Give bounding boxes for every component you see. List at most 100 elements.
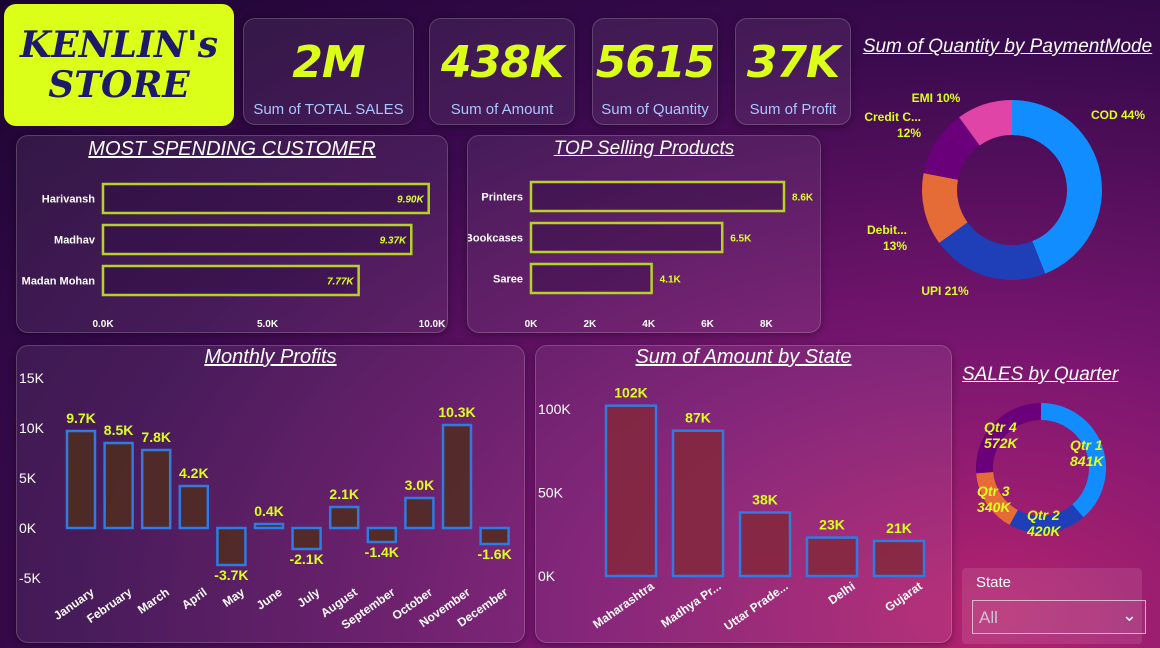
data-label: 0.4K — [254, 503, 284, 519]
amount-by-state-panel: Sum of Amount by State 100K 50K 0K 102K Maha… — [535, 345, 952, 643]
category-label: Saree — [493, 274, 523, 286]
category-label: March — [135, 585, 172, 617]
kpi-card-amount: 438K Sum of Amount — [429, 18, 575, 125]
store-logo: KENLIN's STORE — [4, 4, 234, 126]
y-tick-label: 5K — [19, 470, 37, 486]
sales-by-quarter-donut: Qtr 1841K Qtr 2420K Qtr 3340K Qtr 4572K — [976, 403, 1106, 539]
data-label: 9.37K — [380, 236, 407, 247]
x-tick-label: 0.0K — [92, 319, 114, 330]
data-label: 10.3K — [438, 404, 475, 420]
data-label: 87K — [685, 410, 711, 426]
y-tick-label: 15K — [19, 370, 45, 386]
data-label: 9.7K — [66, 410, 96, 426]
data-label: 8.5K — [104, 422, 134, 438]
slice-label: 572K — [984, 435, 1018, 451]
bar — [101, 264, 360, 297]
slice-label: EMI 10% — [912, 91, 961, 105]
kpi-value: 37K — [746, 37, 840, 88]
x-tick-label: 10.0K — [419, 319, 446, 330]
data-label: -1.4K — [365, 544, 399, 560]
category-label: Madan Mohan — [22, 276, 96, 288]
data-label: 4.1K — [660, 275, 682, 286]
data-label: 7.8K — [141, 429, 171, 445]
bar — [738, 511, 792, 578]
kpi-card-profit: 37K Sum of Profit — [735, 18, 851, 125]
bar — [101, 223, 413, 256]
category-label: Bookcases — [468, 233, 523, 245]
data-label: 8.6K — [792, 193, 814, 204]
donut-slice — [1011, 100, 1102, 274]
bar — [404, 496, 435, 530]
data-label: -1.6K — [477, 546, 511, 562]
x-tick-label: 6K — [701, 319, 715, 330]
slice-label: 420K — [1026, 523, 1061, 539]
category-label: Delhi — [826, 579, 858, 607]
slice-label: Qtr 2 — [1027, 507, 1060, 523]
kpi-value: 438K — [441, 37, 564, 88]
data-label: -3.7K — [214, 567, 248, 583]
data-label: -2.1K — [289, 551, 323, 567]
slice-label: COD 44% — [1091, 108, 1145, 122]
amount-by-state-chart: 100K 50K 0K 102K Maharashtra 87K Madhya Pr... 3… — [538, 385, 926, 633]
bar — [872, 539, 926, 578]
x-tick-label: 8K — [760, 319, 774, 330]
x-tick-label: 2K — [583, 319, 597, 330]
category-label: July — [295, 585, 323, 610]
kpi-label: Sum of Quantity — [601, 101, 709, 118]
bar — [366, 526, 398, 544]
category-label: Madhav — [54, 235, 96, 247]
category-label: June — [254, 585, 285, 613]
slice-label: Qtr 3 — [977, 483, 1010, 499]
x-tick-label: 4K — [642, 319, 656, 330]
payment-mode-donut: COD 44% UPI 21% Debit... 13% Credit C... 12% E… — [864, 91, 1145, 298]
category-label: April — [179, 585, 209, 612]
x-tick-label: 5.0K — [257, 319, 279, 330]
bar — [101, 182, 430, 215]
bar — [178, 484, 210, 530]
bar — [805, 536, 859, 578]
kpi-card-total-sales: 2M Sum of TOTAL SALES — [243, 18, 414, 125]
bar — [529, 262, 653, 295]
slice-label: Qtr 4 — [984, 419, 1017, 435]
bar — [328, 505, 360, 530]
state-dropdown[interactable]: All ⌄ — [972, 600, 1146, 634]
data-label: 6.5K — [730, 234, 752, 245]
bar — [529, 221, 724, 254]
bar — [65, 429, 97, 530]
bar — [479, 526, 510, 546]
y-tick-label: -5K — [19, 570, 41, 586]
category-label: Uttar Prade... — [721, 579, 790, 633]
category-label: Printers — [481, 192, 523, 204]
kpi-label: Sum of Profit — [749, 101, 837, 118]
bar — [216, 526, 247, 567]
data-label: 4.2K — [179, 465, 209, 481]
bar — [441, 423, 473, 530]
sales-by-quarter-panel: SALES by Quarter Qtr 1 841K Qtr 2 420K Qtr 3… — [955, 362, 1160, 552]
slice-label: 13% — [883, 239, 907, 253]
y-tick-label: 0K — [538, 568, 556, 584]
kpi-value: 2M — [292, 37, 365, 88]
donut-slice — [923, 117, 981, 181]
slice-label: Debit... — [867, 223, 907, 237]
bar — [671, 429, 725, 578]
payment-mode-panel: Sum of Quantity by PaymentMode COD 44% UP… — [855, 34, 1160, 314]
bar — [291, 526, 322, 551]
store-name-line2: STORE — [48, 64, 190, 106]
slice-label: 12% — [897, 126, 921, 140]
monthly-profits-panel: Monthly Profits 15K 10K 5K 0K -5K 9.7K January… — [16, 345, 525, 643]
bar — [253, 522, 285, 530]
slicer-title: State — [976, 574, 1012, 591]
slice-label: UPI 21% — [921, 284, 969, 298]
data-label: 9.90K — [397, 195, 424, 206]
data-label: 7.77K — [327, 277, 354, 288]
donut-slice — [959, 100, 1013, 146]
store-name-line1: KENLIN's — [20, 24, 218, 66]
y-tick-label: 50K — [538, 485, 564, 501]
data-label: 102K — [614, 385, 647, 401]
customer-bar-chart: Harivansh 9.90K Madhav 9.37K Madan Mohan 7.77… — [22, 182, 446, 330]
bar — [529, 180, 786, 213]
y-tick-label: 10K — [19, 420, 45, 436]
state-slicer: State All ⌄ — [962, 568, 1146, 644]
monthly-profits-chart: 15K10K5K0K-5K9.7KJanuary8.5KFebruary7.8K… — [19, 370, 512, 632]
slice-label: 340K — [977, 499, 1011, 515]
